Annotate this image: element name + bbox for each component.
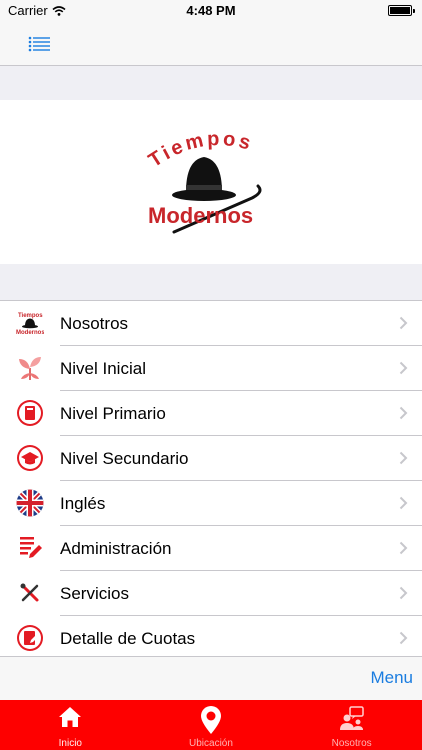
- tab-label: Ubicación: [189, 738, 233, 749]
- bottom-toolbar: Menu: [0, 656, 422, 700]
- sprout-icon: [19, 357, 41, 380]
- chevron-right-icon: [399, 496, 408, 510]
- invoice-icon: [17, 625, 43, 651]
- document-edit-icon: [20, 537, 42, 558]
- chevron-right-icon: [399, 451, 408, 465]
- status-bar: Carrier 4:48 PM: [0, 0, 422, 22]
- school-logo-banner: Tiempos Modernos: [0, 100, 422, 264]
- menu-item-label: Detalle de Cuotas: [60, 629, 196, 648]
- svg-text:Tiempos: Tiempos: [18, 313, 43, 319]
- status-time: 4:48 PM: [186, 3, 236, 18]
- menu-item-label: Nivel Inicial: [60, 359, 146, 378]
- logo-line2: Modernos: [148, 203, 253, 228]
- menu-item-label: Inglés: [60, 494, 106, 513]
- tab-ubicacion[interactable]: Ubicación: [141, 700, 282, 750]
- chevron-right-icon: [399, 586, 408, 600]
- menu-item-ingles[interactable]: Inglés: [0, 481, 422, 526]
- menu-item-nosotros[interactable]: Tiempos Modernos Nosotros: [0, 301, 422, 346]
- chevron-right-icon: [399, 316, 408, 330]
- main-menu-list: Tiempos Modernos Nosotros Nivel Inicial …: [0, 300, 422, 661]
- chevron-right-icon: [399, 631, 408, 645]
- home-icon: [59, 707, 82, 727]
- tab-label: Inicio: [58, 738, 82, 749]
- menu-item-nivel-inicial[interactable]: Nivel Inicial: [0, 346, 422, 391]
- menu-item-label: Nivel Primario: [60, 404, 166, 423]
- people-chat-icon: [339, 706, 364, 730]
- menu-item-servicios[interactable]: Servicios: [0, 571, 422, 616]
- chevron-right-icon: [399, 361, 408, 375]
- chevron-right-icon: [399, 406, 408, 420]
- tiempos-modernos-logo: Tiempos Modernos: [145, 128, 262, 234]
- menu-item-administracion[interactable]: Administración: [0, 526, 422, 571]
- menu-item-nivel-secundario[interactable]: Nivel Secundario: [0, 436, 422, 481]
- tab-label: Nosotros: [331, 738, 372, 749]
- uk-flag-icon: [16, 489, 44, 517]
- book-icon: [17, 400, 43, 426]
- hat-logo-icon: Tiempos Modernos: [16, 313, 44, 336]
- location-pin-icon: [200, 706, 221, 734]
- tab-inicio[interactable]: Inicio: [0, 700, 141, 750]
- menu-item-detalle-de-cuotas[interactable]: Detalle de Cuotas: [0, 616, 422, 661]
- tools-icon: [20, 583, 39, 602]
- tab-nosotros[interactable]: Nosotros: [281, 700, 422, 750]
- menu-item-label: Administración: [60, 539, 172, 558]
- svg-text:Modernos: Modernos: [16, 330, 44, 336]
- menu-item-nivel-primario[interactable]: Nivel Primario: [0, 391, 422, 436]
- graduation-cap-icon: [17, 445, 43, 471]
- battery-icon: [388, 5, 415, 16]
- tab-bar: Inicio Ubicación Nosotros: [0, 700, 422, 750]
- menu-item-label: Nosotros: [60, 314, 129, 333]
- nav-bar: [0, 22, 422, 66]
- list-menu-icon[interactable]: [28, 34, 52, 54]
- menu-item-label: Servicios: [60, 584, 129, 603]
- menu-item-label: Nivel Secundario: [60, 449, 189, 468]
- menu-button[interactable]: Menu: [370, 668, 413, 688]
- chevron-right-icon: [399, 541, 408, 555]
